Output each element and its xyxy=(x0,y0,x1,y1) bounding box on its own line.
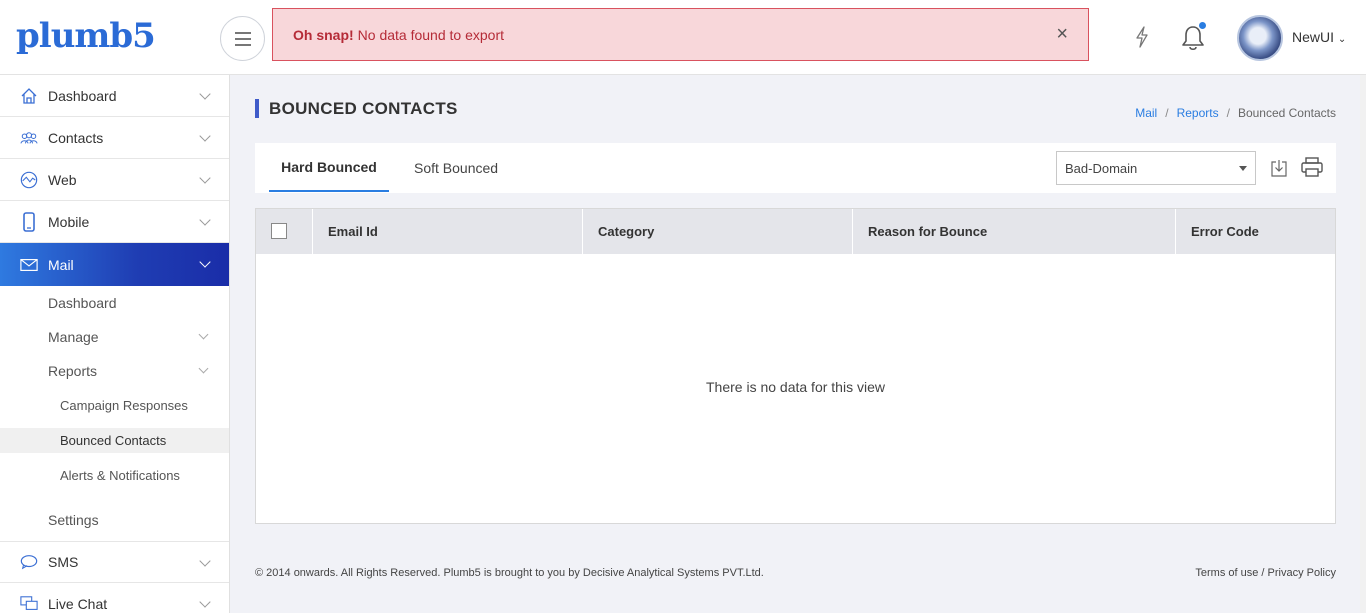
tab-bar: Hard Bounced Soft Bounced Bad-Domain xyxy=(255,143,1336,193)
footer-links: Terms of use / Privacy Policy xyxy=(1195,567,1336,579)
reports-alerts-notifications[interactable]: Alerts & Notifications xyxy=(0,458,229,493)
chevron-down-icon xyxy=(199,130,211,142)
chevron-down-icon xyxy=(199,172,211,184)
sub-item-label: Settings xyxy=(48,512,99,528)
logo[interactable]: plumb5 xyxy=(16,14,156,58)
column-header-reason[interactable]: Reason for Bounce xyxy=(852,209,1175,254)
footer-separator: / xyxy=(1258,567,1268,579)
lightning-icon[interactable] xyxy=(1134,26,1150,48)
select-value: Bad-Domain xyxy=(1065,160,1138,176)
column-header-email[interactable]: Email Id xyxy=(312,209,582,254)
home-icon xyxy=(20,87,38,105)
sidebar-item-dashboard[interactable]: Dashboard xyxy=(0,75,229,117)
column-header-error-code[interactable]: Error Code xyxy=(1175,209,1335,254)
page-title: BOUNCED CONTACTS xyxy=(255,99,458,118)
alert-message: No data found to export xyxy=(357,26,504,43)
error-alert: Oh snap! No data found to export × xyxy=(272,8,1089,61)
mail-sub-manage[interactable]: Manage xyxy=(0,320,229,354)
mobile-icon xyxy=(20,211,38,232)
column-header-category[interactable]: Category xyxy=(582,209,852,254)
terms-link[interactable]: Terms of use xyxy=(1195,567,1258,579)
top-header: plumb5 Oh snap! No data found to export … xyxy=(0,0,1366,75)
bounce-type-select[interactable]: Bad-Domain xyxy=(1056,151,1256,185)
download-icon[interactable] xyxy=(1270,158,1288,178)
chevron-down-icon xyxy=(199,555,211,567)
tab-soft-bounced[interactable]: Soft Bounced xyxy=(414,143,498,192)
sidebar-item-label: Mobile xyxy=(48,213,90,230)
sidebar-item-label: Mail xyxy=(48,256,74,273)
select-all-checkbox[interactable] xyxy=(271,223,287,239)
chevron-down-icon xyxy=(199,88,211,100)
breadcrumb-mail-link[interactable]: Mail xyxy=(1135,106,1157,120)
avatar[interactable] xyxy=(1237,15,1283,61)
web-icon xyxy=(20,171,38,189)
mail-icon xyxy=(20,256,38,274)
contacts-icon xyxy=(20,129,38,147)
sidebar-item-label: Live Chat xyxy=(48,595,108,612)
print-icon[interactable] xyxy=(1301,157,1323,177)
live-chat-icon xyxy=(20,595,38,613)
chevron-down-icon xyxy=(198,329,209,340)
sidebar-item-mail[interactable]: Mail xyxy=(0,243,229,286)
sidebar-item-contacts[interactable]: Contacts xyxy=(0,117,229,159)
sidebar: Dashboard Contacts Web Mobile Mail Dashb… xyxy=(0,75,230,613)
alert-close-button[interactable]: × xyxy=(1056,23,1068,45)
sub-item-label: Dashboard xyxy=(48,295,117,311)
sub-item-label: Manage xyxy=(48,329,99,345)
user-name: NewUI xyxy=(1292,29,1335,45)
scrollbar[interactable] xyxy=(1360,75,1366,613)
empty-state-message: There is no data for this view xyxy=(706,379,885,395)
caret-down-icon xyxy=(1239,166,1247,171)
breadcrumb: Mail / Reports / Bounced Contacts xyxy=(1135,106,1336,120)
mail-sub-reports[interactable]: Reports xyxy=(0,354,229,388)
reports-bounced-contacts[interactable]: Bounced Contacts xyxy=(0,428,229,453)
bounced-contacts-table: Email Id Category Reason for Bounce Erro… xyxy=(255,208,1336,524)
breadcrumb-reports-link[interactable]: Reports xyxy=(1177,106,1219,120)
sms-icon xyxy=(20,553,38,571)
mail-sub-settings[interactable]: Settings xyxy=(0,503,229,537)
user-menu[interactable]: NewUI ⌄ xyxy=(1292,29,1346,45)
hamburger-icon xyxy=(234,30,251,48)
alert-heading: Oh snap! xyxy=(293,26,354,43)
sidebar-item-mobile[interactable]: Mobile xyxy=(0,201,229,243)
sidebar-item-label: Web xyxy=(48,171,77,188)
chevron-down-icon: ⌄ xyxy=(1337,34,1347,45)
chevron-down-icon xyxy=(199,214,211,226)
sub-item-label: Reports xyxy=(48,363,98,379)
chevron-down-icon xyxy=(199,256,211,268)
tab-hard-bounced[interactable]: Hard Bounced xyxy=(269,143,389,192)
sidebar-item-live-chat[interactable]: Live Chat xyxy=(0,583,229,613)
menu-toggle-button[interactable] xyxy=(220,16,265,61)
notification-dot xyxy=(1199,22,1206,29)
mail-sub-dashboard[interactable]: Dashboard xyxy=(0,286,229,320)
footer-copyright: © 2014 onwards. All Rights Reserved. Plu… xyxy=(255,567,764,579)
sidebar-item-label: Dashboard xyxy=(48,87,117,104)
privacy-link[interactable]: Privacy Policy xyxy=(1268,567,1336,579)
sidebar-item-sms[interactable]: SMS xyxy=(0,541,229,583)
table-header: Email Id Category Reason for Bounce Erro… xyxy=(256,209,1335,254)
select-all-header xyxy=(256,209,312,254)
breadcrumb-current: Bounced Contacts xyxy=(1237,106,1336,120)
chevron-down-icon xyxy=(199,596,211,608)
chevron-down-icon xyxy=(198,363,209,374)
sidebar-item-web[interactable]: Web xyxy=(0,159,229,201)
sidebar-item-label: Contacts xyxy=(48,129,104,146)
sidebar-item-label: SMS xyxy=(48,554,79,570)
reports-campaign-responses[interactable]: Campaign Responses xyxy=(0,388,229,423)
